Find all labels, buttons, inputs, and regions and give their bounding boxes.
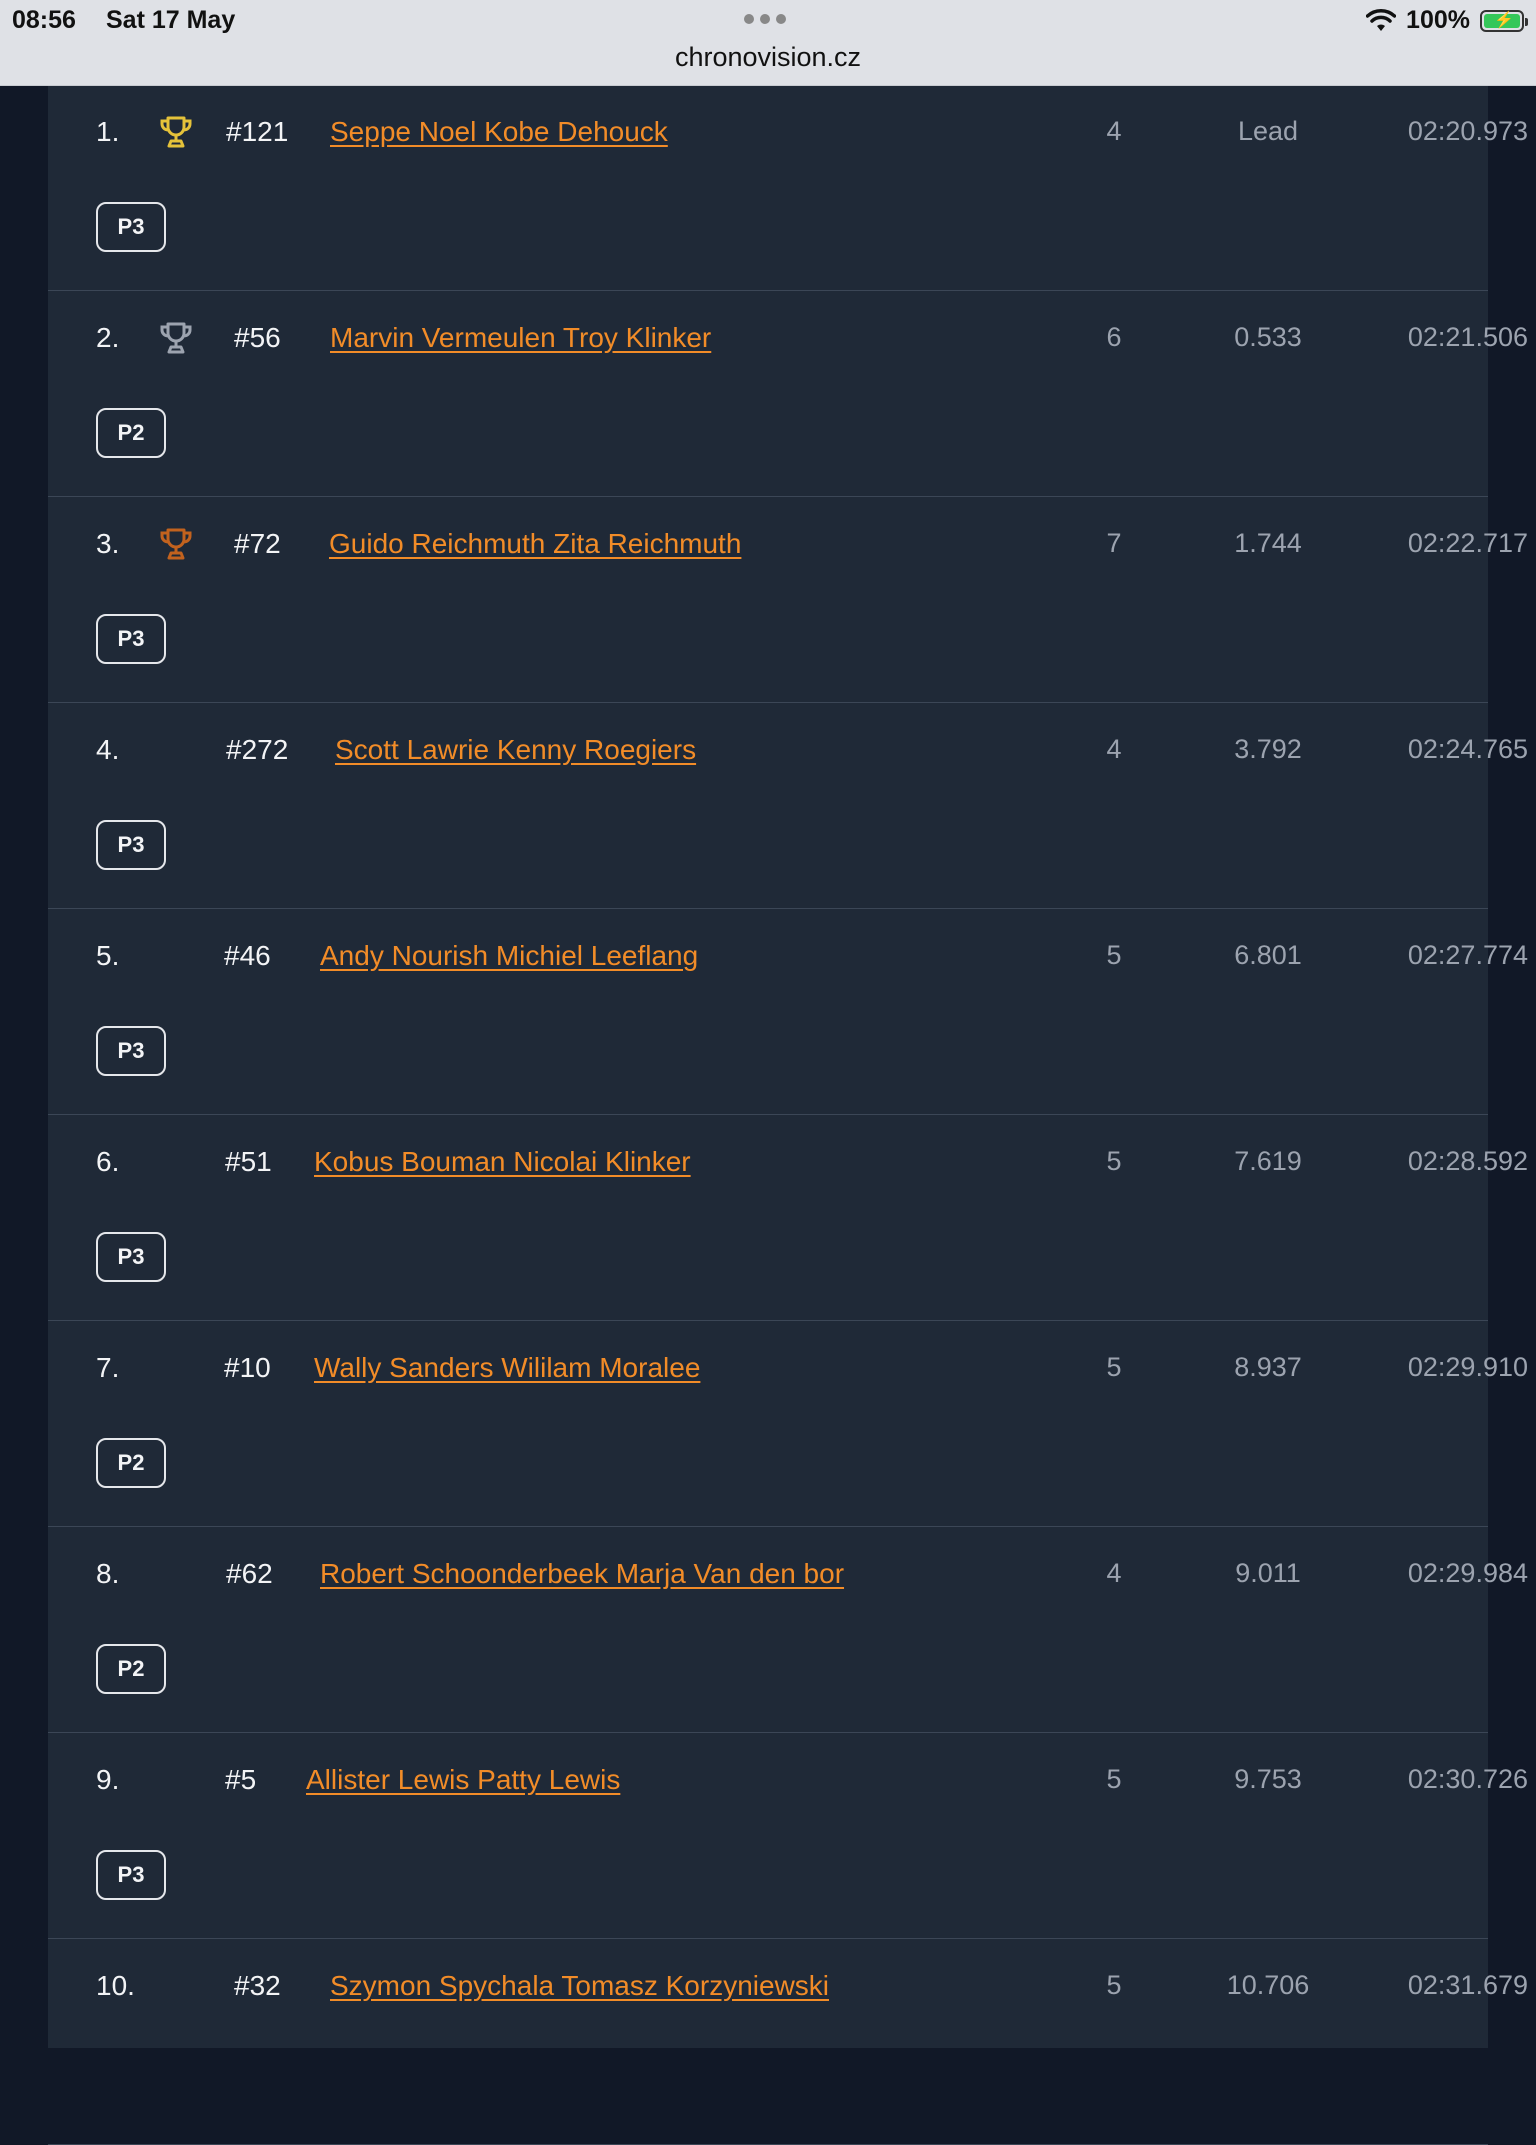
laps-value: 5 — [1106, 940, 1122, 970]
laps-value: 5 — [1106, 1764, 1122, 1794]
driver-names-link[interactable]: Wally Sanders Wililam Moralee — [314, 1352, 700, 1384]
driver-names-link[interactable]: Guido Reichmuth Zita Reichmuth — [329, 528, 741, 560]
status-bar: 08:56 Sat 17 May chronovision.cz 100% ⚡ — [0, 0, 1536, 86]
position-number: 6. — [96, 1146, 120, 1177]
driver-names-link[interactable]: Robert Schoonderbeek Marja Van den bor — [320, 1558, 844, 1590]
driver-names-link[interactable]: Scott Lawrie Kenny Roegiers — [335, 734, 696, 766]
driver-names-link[interactable]: Szymon Spychala Tomasz Korzyniewski — [330, 1970, 829, 2002]
best-time-value: 02:28.592 — [1407, 1146, 1528, 1176]
laps-value: 4 — [1106, 1558, 1122, 1588]
laps-value: 7 — [1106, 528, 1122, 558]
best-time-value: 02:21.506 — [1407, 322, 1528, 352]
result-row: 9. #5 Allister Lewis Patty Lewis 5 9.753 02:3… — [48, 1733, 1528, 1939]
class-badge: P3 — [96, 1850, 166, 1900]
class-badge: P3 — [96, 202, 166, 252]
position-number: 7. — [96, 1352, 120, 1383]
class-badge: P3 — [96, 614, 166, 664]
wifi-icon — [1366, 8, 1397, 33]
result-row: 5. #46 Andy Nourish Michiel Leeflang 5 6.801… — [48, 909, 1528, 1115]
car-number: #56 — [234, 322, 281, 353]
status-indicators: 100% ⚡ — [1366, 6, 1528, 35]
position-number: 5. — [96, 940, 120, 971]
laps-value: 5 — [1106, 1352, 1122, 1382]
class-badge: P2 — [96, 408, 166, 458]
position-number: 9. — [96, 1764, 120, 1795]
multitasking-dots-icon[interactable] — [744, 14, 786, 24]
status-time: 08:56 — [12, 6, 76, 34]
address-bar-url[interactable]: chronovision.cz — [0, 42, 1536, 73]
best-time-value: 02:30.726 — [1407, 1764, 1528, 1794]
position-number: 2. — [96, 322, 120, 353]
result-row: 3. #72 Guido Reichmuth Zita Reichmuth 7 1.7… — [48, 497, 1528, 703]
class-badge: P3 — [96, 820, 166, 870]
class-badge: P2 — [96, 1644, 166, 1694]
driver-names-link[interactable]: Seppe Noel Kobe Dehouck — [330, 116, 668, 148]
battery-charging-icon: ⚡ — [1480, 9, 1528, 32]
best-time-value: 02:20.973 — [1407, 116, 1528, 146]
position-number: 8. — [96, 1558, 120, 1589]
driver-names-link[interactable]: Marvin Vermeulen Troy Klinker — [330, 322, 711, 354]
car-number: #10 — [224, 1352, 271, 1383]
position-number: 1. — [96, 116, 120, 147]
car-number: #121 — [226, 116, 289, 147]
car-number: #46 — [224, 940, 271, 971]
car-number: #72 — [234, 528, 281, 559]
best-time-value: 02:22.717 — [1407, 528, 1528, 558]
laps-value: 6 — [1106, 322, 1122, 352]
laps-value: 4 — [1106, 116, 1122, 146]
best-time-value: 02:31.679 — [1407, 1970, 1528, 2000]
best-time-value: 02:29.910 — [1407, 1352, 1528, 1382]
result-row: 7. #10 Wally Sanders Wililam Moralee 5 8.937… — [48, 1321, 1528, 1527]
result-row: 8. #62 Robert Schoonderbeek Marja Van den … — [48, 1527, 1528, 1733]
trophy-gold-icon — [156, 113, 196, 153]
laps-value: 5 — [1106, 1970, 1122, 2000]
result-row: 4. #272 Scott Lawrie Kenny Roegiers 4 3.792 0… — [48, 703, 1528, 909]
class-badge: P3 — [96, 1026, 166, 1076]
car-number: #51 — [225, 1146, 272, 1177]
laps-value: 4 — [1106, 734, 1122, 764]
car-number: #5 — [225, 1764, 257, 1795]
car-number: #32 — [234, 1970, 281, 2001]
trophy-bronze-icon — [156, 525, 196, 565]
position-number: 3. — [96, 528, 120, 559]
driver-names-link[interactable]: Allister Lewis Patty Lewis — [306, 1764, 620, 1796]
position-number: 4. — [96, 734, 120, 765]
best-time-value: 02:27.774 — [1407, 940, 1528, 970]
best-time-value: 02:24.765 — [1407, 734, 1528, 764]
car-number: #62 — [226, 1558, 273, 1589]
results-table: 1. #121 Seppe Noel Kobe Dehouck 4 Lead 02:20… — [48, 85, 1528, 2145]
best-time-value: 02:29.984 — [1407, 1558, 1528, 1588]
driver-names-link[interactable]: Kobus Bouman Nicolai Klinker — [314, 1146, 691, 1178]
class-badge: P2 — [96, 1438, 166, 1488]
result-row: 6. #51 Kobus Bouman Nicolai Klinker 5 7.619 0… — [48, 1115, 1528, 1321]
result-row: 1. #121 Seppe Noel Kobe Dehouck 4 Lead 02:20… — [48, 85, 1528, 291]
driver-names-link[interactable]: Andy Nourish Michiel Leeflang — [320, 940, 698, 972]
battery-percentage: 100% — [1406, 6, 1470, 34]
laps-value: 5 — [1106, 1146, 1122, 1176]
result-row: 10. #32 Szymon Spychala Tomasz Korzyniewsk… — [48, 1939, 1528, 2145]
status-date: Sat 17 May — [106, 6, 236, 34]
position-number: 10. — [96, 1970, 135, 2001]
class-badge: P3 — [96, 1232, 166, 1282]
result-row: 2. #56 Marvin Vermeulen Troy Klinker 6 0.53… — [48, 291, 1528, 497]
trophy-silver-icon — [156, 319, 196, 359]
car-number: #272 — [226, 734, 289, 765]
